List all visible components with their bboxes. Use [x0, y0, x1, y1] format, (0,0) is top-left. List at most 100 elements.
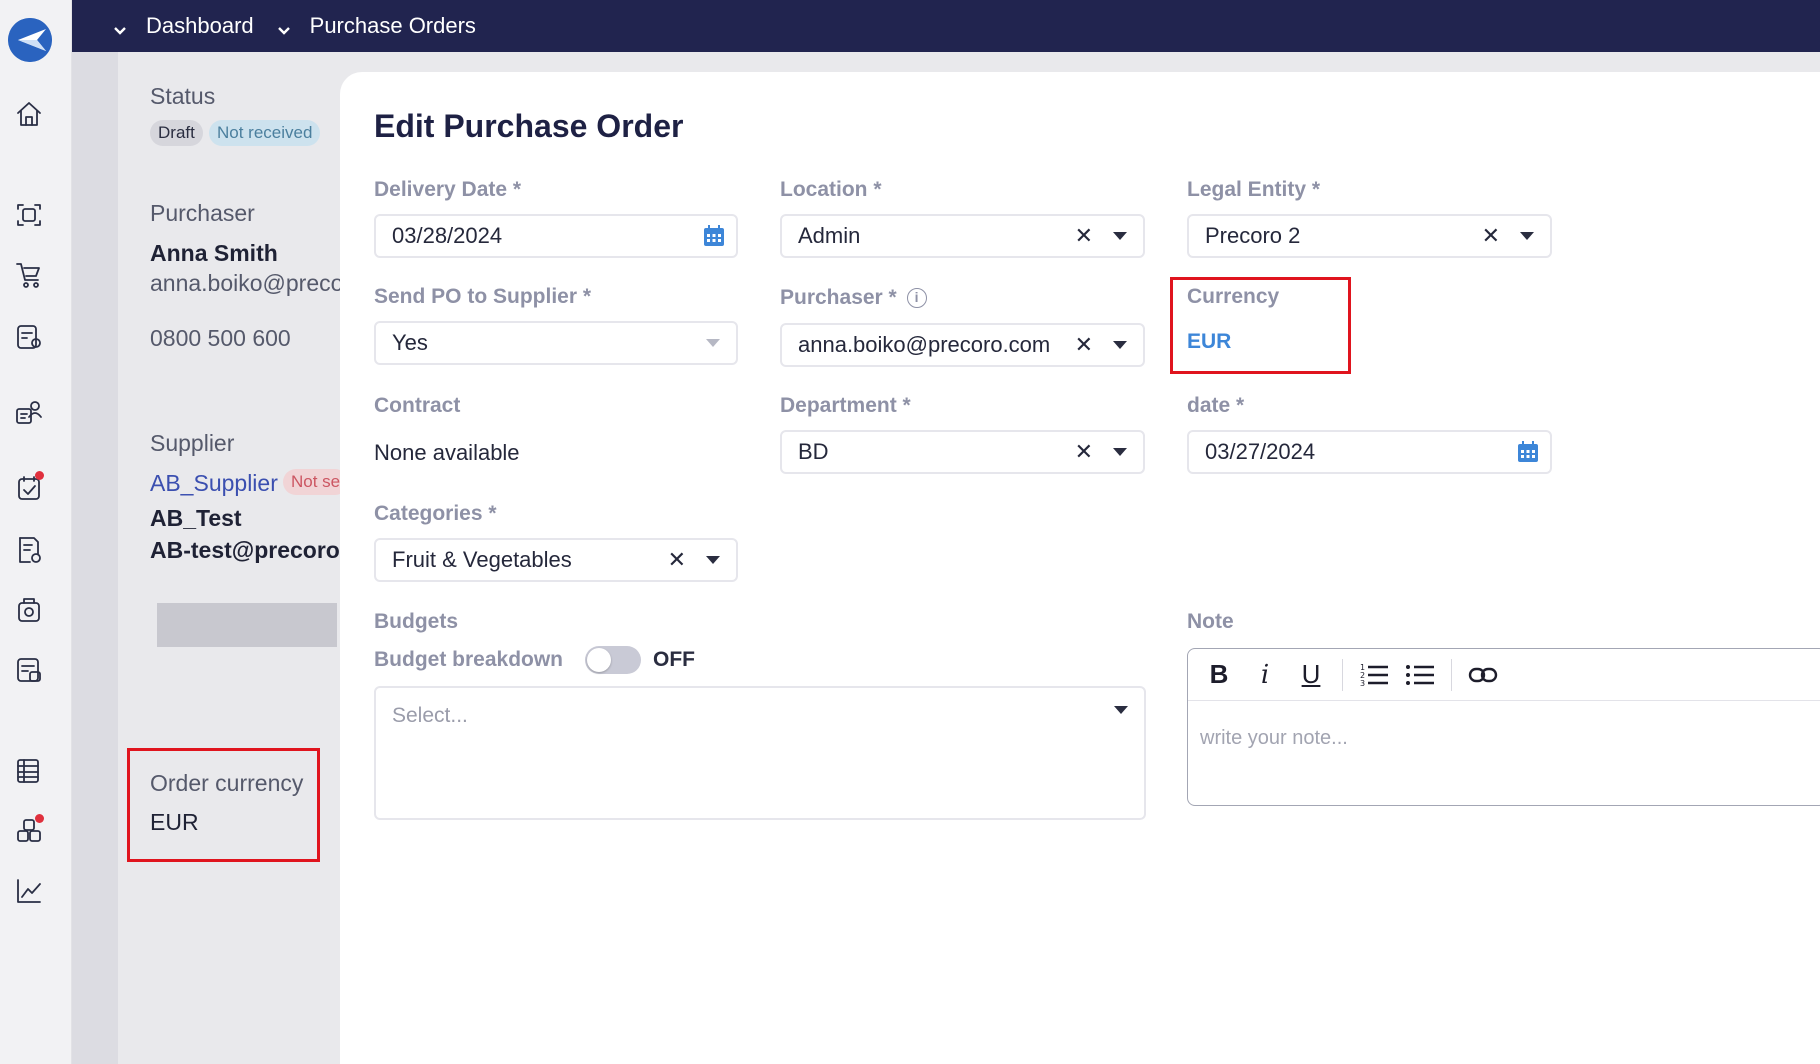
order-currency-label: Order currency [150, 770, 304, 796]
chevron-down-icon[interactable] [1114, 706, 1128, 714]
notification-dot [35, 471, 44, 480]
app-logo[interactable] [8, 18, 52, 62]
order-currency-value: EUR [150, 809, 199, 835]
chevron-down-icon[interactable] [1113, 448, 1127, 456]
location-select[interactable]: Admin ✕ [780, 214, 1145, 258]
purchaser-phone: 0800 500 600 [150, 325, 291, 351]
edit-purchase-order-modal: Edit Purchase Order Delivery Date * 03/2… [340, 72, 1820, 1064]
budgets-icon[interactable] [14, 756, 44, 786]
breadcrumb-purchase-orders[interactable]: Purchase Orders [276, 13, 476, 39]
note-label: Note [1187, 610, 1234, 633]
send-po-select[interactable]: Yes [374, 321, 738, 365]
blurred-image [157, 603, 337, 647]
legal-entity-label: Legal Entity * [1187, 178, 1321, 201]
budgets-label: Budgets [374, 610, 458, 633]
supplier-email: AB-test@precoro. [150, 537, 347, 563]
notification-dot [35, 814, 44, 823]
italic-icon[interactable]: i [1248, 658, 1282, 692]
purchaser-value: anna.boiko@precoro.com [798, 332, 1051, 357]
top-bar: Dashboard Purchase Orders [72, 0, 1820, 52]
department-label: Department * [780, 394, 911, 417]
supplier-label: Supplier [150, 430, 235, 456]
toggle-knob [587, 648, 611, 672]
chevron-down-icon[interactable] [276, 18, 292, 35]
toolbar-divider [1451, 658, 1452, 691]
department-select[interactable]: BD ✕ [780, 430, 1145, 474]
budget-breakdown-label: Budget breakdown [374, 648, 564, 671]
analytics-icon[interactable] [14, 876, 44, 906]
budget-breakdown-toggle[interactable] [585, 646, 641, 674]
link-icon[interactable] [1466, 658, 1500, 692]
delivery-date-value: 03/28/2024 [392, 223, 503, 248]
legal-entity-value: Precoro 2 [1205, 223, 1301, 248]
clear-icon[interactable]: ✕ [1075, 223, 1093, 249]
chevron-down-icon[interactable] [1113, 341, 1127, 349]
budgets-select[interactable]: Select... [374, 686, 1146, 820]
supplier-status-badge: Not se [283, 469, 349, 495]
chevron-down-icon[interactable] [706, 339, 720, 347]
documents-icon[interactable] [14, 655, 44, 685]
scan-icon[interactable] [14, 200, 44, 230]
delivery-date-label: Delivery Date * [374, 178, 522, 201]
date-value: 03/27/2024 [1205, 439, 1316, 464]
send-po-value: Yes [392, 330, 428, 355]
categories-value: Fruit & Vegetables [392, 547, 572, 572]
clear-icon[interactable]: ✕ [668, 547, 686, 573]
location-label: Location * [780, 178, 882, 201]
location-value: Admin [798, 223, 861, 248]
highlight-box-order-currency [127, 748, 320, 862]
invoices-icon[interactable] [14, 535, 44, 565]
chevron-down-icon[interactable] [1520, 232, 1534, 240]
ordered-list-icon[interactable]: 123 [1357, 658, 1391, 692]
purchaser-field-label: Purchaser * i [780, 286, 927, 310]
purchaser-select[interactable]: anna.boiko@precoro.com ✕ [780, 323, 1145, 367]
chevron-down-icon[interactable] [706, 556, 720, 564]
purchaser-label: Purchaser [150, 200, 255, 226]
calendar-icon[interactable] [1516, 440, 1540, 464]
purchaser-name: Anna Smith [150, 240, 278, 266]
svg-text:3: 3 [1360, 679, 1365, 688]
supplier-contact: AB_Test [150, 505, 242, 531]
breadcrumb-label: Purchase Orders [309, 13, 476, 38]
note-editor[interactable]: B i U 123 write your note... [1187, 648, 1820, 806]
bullet-list-icon[interactable] [1403, 658, 1437, 692]
delivery-date-input[interactable]: 03/28/2024 [374, 214, 738, 258]
categories-select[interactable]: Fruit & Vegetables ✕ [374, 538, 738, 582]
categories-label: Categories * [374, 502, 497, 525]
home-icon[interactable] [14, 99, 44, 129]
legal-entity-select[interactable]: Precoro 2 ✕ [1187, 214, 1552, 258]
underline-icon[interactable]: U [1294, 658, 1328, 692]
supplier-link[interactable]: AB_Supplier [150, 470, 278, 497]
clear-icon[interactable]: ✕ [1482, 223, 1500, 249]
contract-value: None available [374, 440, 520, 465]
purchaser-email: anna.boiko@preco [150, 270, 344, 296]
note-placeholder: write your note... [1200, 727, 1348, 749]
cart-icon[interactable] [14, 260, 44, 290]
chevron-down-icon[interactable] [112, 18, 128, 35]
bold-icon[interactable]: B [1202, 658, 1236, 692]
currency-value: EUR [1187, 330, 1232, 353]
status-badge-draft: Draft [150, 120, 203, 146]
clear-icon[interactable]: ✕ [1075, 332, 1093, 358]
modal-title: Edit Purchase Order [374, 108, 684, 144]
info-icon[interactable]: i [906, 288, 927, 309]
calendar-icon[interactable] [702, 224, 726, 248]
budgets-placeholder: Select... [392, 704, 468, 727]
clear-icon[interactable]: ✕ [1075, 439, 1093, 465]
date-input[interactable]: 03/27/2024 [1187, 430, 1552, 474]
sidebar [0, 0, 72, 1064]
receipts-icon[interactable] [14, 595, 44, 625]
department-value: BD [798, 439, 829, 464]
status-label: Status [150, 83, 216, 109]
chevron-down-icon[interactable] [1113, 232, 1127, 240]
users-doc-icon[interactable] [14, 397, 44, 427]
contract-label: Contract [374, 394, 461, 417]
purchaser-label-text: Purchaser * [780, 286, 897, 309]
currency-label: Currency [1187, 285, 1280, 308]
toolbar-divider [1342, 658, 1343, 691]
breadcrumb-dashboard[interactable]: Dashboard [112, 13, 254, 39]
date-label: date * [1187, 394, 1245, 417]
requests-icon[interactable] [14, 322, 44, 352]
send-po-label: Send PO to Supplier * [374, 285, 592, 308]
status-badge-received: Not received [209, 120, 321, 146]
